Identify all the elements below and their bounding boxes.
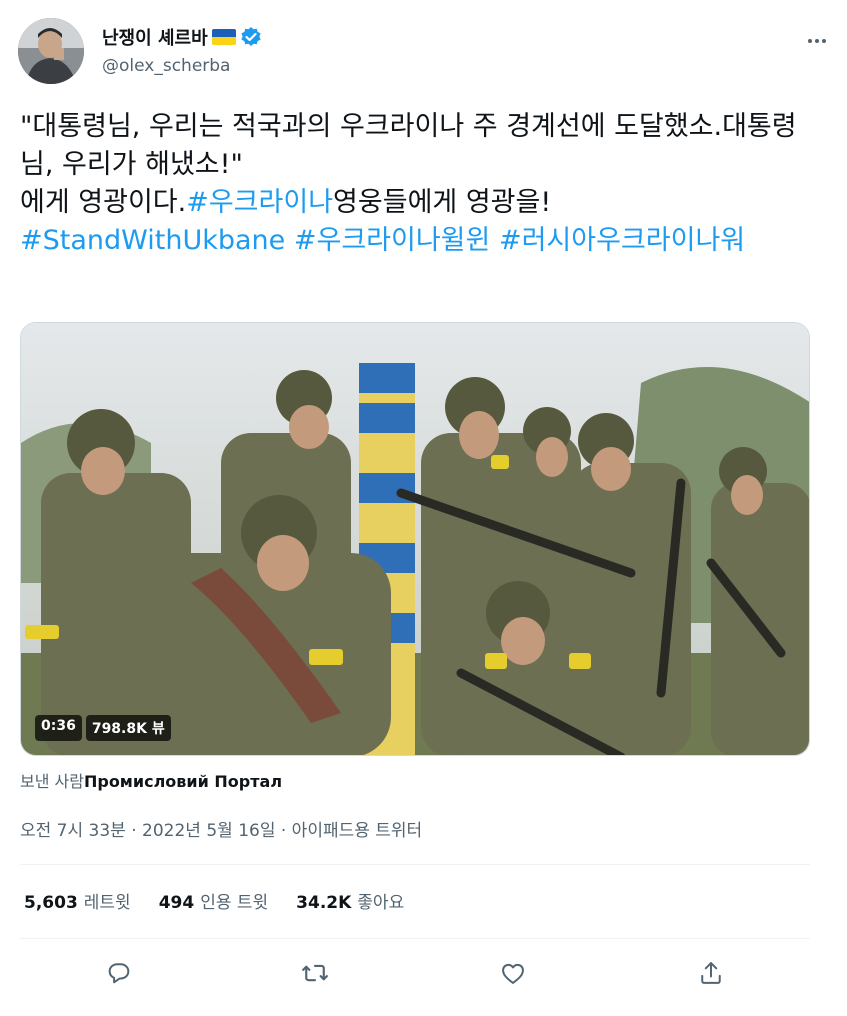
divider xyxy=(20,938,810,939)
hashtag-link[interactable]: #우크라이나 xyxy=(186,187,333,218)
tweet-text-segment xyxy=(490,225,499,256)
tweet-text-segment: 영웅들에게 영광을! xyxy=(333,187,552,218)
tweet-stats: 5,603 레트윗 494 인용 트윗 34.2K 좋아요 xyxy=(24,888,432,913)
hashtag-link[interactable]: #StandWithUkbane xyxy=(20,225,285,256)
like-icon[interactable] xyxy=(498,958,528,988)
video-thumbnail xyxy=(21,323,809,755)
action-bar xyxy=(20,952,810,994)
from-source-link[interactable]: Промисловий Портал xyxy=(84,772,282,791)
reply-icon[interactable] xyxy=(104,958,134,988)
more-options-icon[interactable] xyxy=(804,28,830,54)
retweet-icon[interactable] xyxy=(300,958,330,988)
share-icon[interactable] xyxy=(696,958,726,988)
from-attribution: 보낸 사람Промисловий Портал xyxy=(20,768,282,792)
stat-likes[interactable]: 34.2K 좋아요 xyxy=(296,888,404,913)
stat-retweets[interactable]: 5,603 레트윗 xyxy=(24,888,131,913)
tweet-text-segment xyxy=(285,225,294,256)
tweet-header: 난쟁이 셰르바 @olex_scherba xyxy=(18,16,830,88)
avatar[interactable] xyxy=(18,18,84,84)
video-player[interactable]: 0:36 798.8K 뷰 xyxy=(20,322,810,756)
verified-badge-icon xyxy=(240,26,262,48)
from-prefix: 보낸 사람 xyxy=(20,772,84,791)
name-row[interactable]: 난쟁이 셰르바 xyxy=(102,24,262,50)
hashtag-link[interactable]: #러시아우크라이나워 xyxy=(499,225,745,256)
video-views: 798.8K 뷰 xyxy=(85,715,171,741)
video-duration: 0:36 xyxy=(35,715,82,741)
hashtag-link[interactable]: #우크라이나윌윈 xyxy=(294,225,491,256)
stat-quote-tweets[interactable]: 494 인용 트윗 xyxy=(159,888,268,913)
handle[interactable]: @olex_scherba xyxy=(102,56,230,76)
video-badge: 0:36 798.8K 뷰 xyxy=(35,715,171,741)
display-name[interactable]: 난쟁이 셰르바 xyxy=(102,24,208,50)
tweet-meta[interactable]: 오전 7시 33분 · 2022년 5월 16일 · 아이패드용 트위터 xyxy=(20,816,422,841)
ukraine-flag-icon xyxy=(211,29,236,45)
tweet-text: "대통령님, 우리는 적국과의 우크라이나 주 경계선에 도달했소.대통령님, … xyxy=(20,108,810,260)
divider xyxy=(20,864,810,865)
